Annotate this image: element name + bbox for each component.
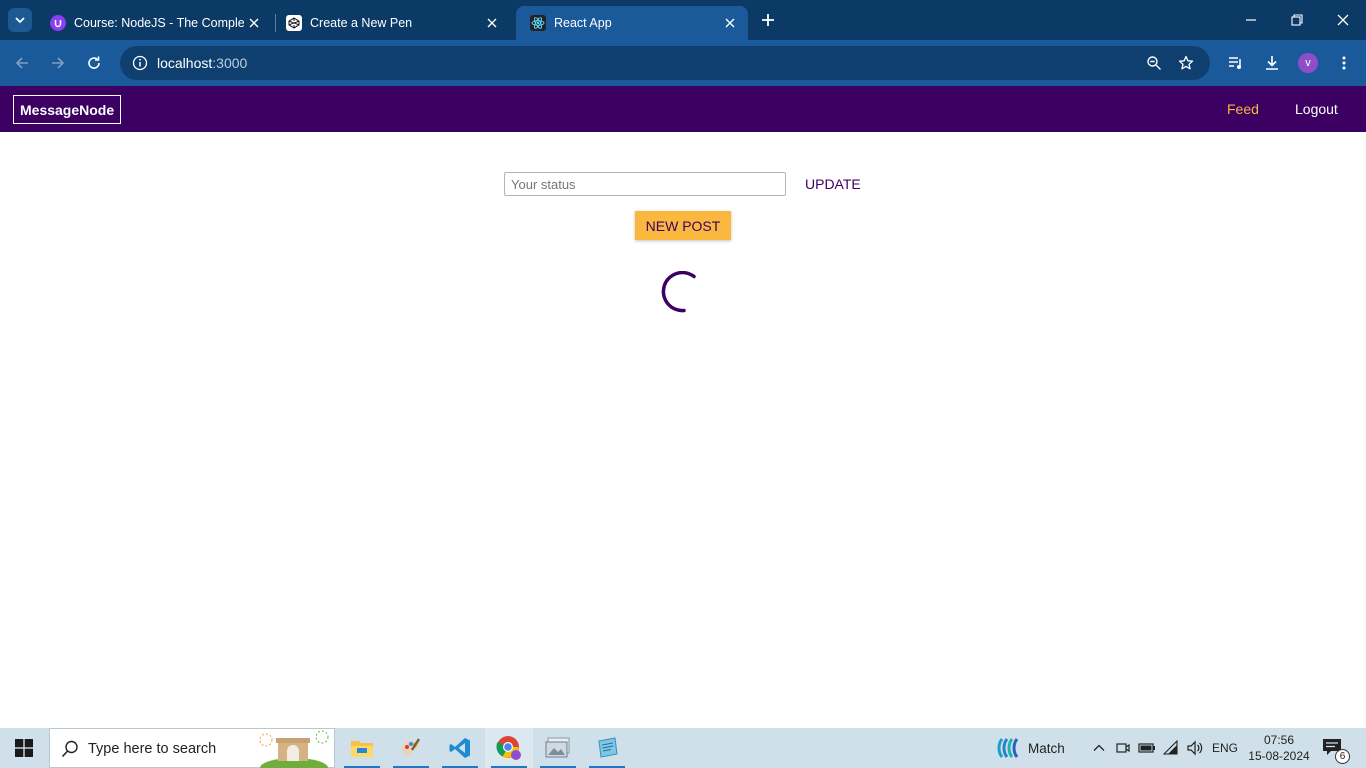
taskbar-paint[interactable] xyxy=(387,728,435,768)
chevron-down-icon xyxy=(15,17,25,24)
close-icon xyxy=(1337,14,1349,26)
file-explorer-icon xyxy=(351,741,373,757)
vscode-icon xyxy=(449,738,470,758)
app-header: MessageNode Feed Logout xyxy=(0,86,1366,132)
url-host: localhost xyxy=(157,55,213,71)
restore-icon xyxy=(1291,14,1303,26)
cricket-match-icon xyxy=(997,738,1019,758)
clock-date: 15-08-2024 xyxy=(1248,749,1310,763)
close-icon[interactable] xyxy=(720,13,740,33)
meet-now-icon[interactable] xyxy=(1114,739,1132,757)
arrow-left-icon xyxy=(15,57,28,69)
back-button[interactable] xyxy=(10,51,34,75)
wifi-icon[interactable] xyxy=(1162,739,1180,757)
taskbar-vscode[interactable] xyxy=(436,728,484,768)
notification-count: 6 xyxy=(1335,749,1350,764)
url-port: :3000 xyxy=(212,55,248,71)
react-icon xyxy=(530,15,546,31)
start-button[interactable] xyxy=(0,728,48,768)
show-hidden-icons[interactable] xyxy=(1090,739,1108,757)
taskbar-photos[interactable] xyxy=(534,728,582,768)
tab-title: Course: NodeJS - The Complete xyxy=(74,16,244,30)
clock-time: 07:56 xyxy=(1263,733,1295,747)
codepen-icon xyxy=(286,15,302,31)
plus-icon xyxy=(762,14,774,26)
app-logo[interactable]: MessageNode xyxy=(13,95,122,124)
close-icon[interactable] xyxy=(482,13,502,33)
new-tab-button[interactable] xyxy=(756,8,780,32)
taskbar-chrome[interactable] xyxy=(485,728,533,768)
weather-widget[interactable]: Match xyxy=(996,728,1065,768)
tab-codepen[interactable]: Create a New Pen xyxy=(272,6,510,40)
kebab-menu-icon xyxy=(1342,56,1346,70)
bookmark-star-icon[interactable] xyxy=(1176,53,1196,73)
playlist-icon xyxy=(1229,57,1241,69)
taskbar: Type here to search Match ENG 07:56 15-0… xyxy=(0,728,1366,768)
chrome-icon xyxy=(496,736,521,760)
download-icon xyxy=(1266,56,1278,70)
tab-react-app[interactable]: React App xyxy=(516,6,748,40)
tab-title: Create a New Pen xyxy=(310,16,413,30)
india-gate-icon xyxy=(259,730,329,768)
reload-button[interactable] xyxy=(82,51,106,75)
notifications-button[interactable]: 6 xyxy=(1322,738,1350,764)
taskbar-search[interactable]: Type here to search xyxy=(49,728,335,768)
address-bar[interactable]: localhost:3000 xyxy=(120,46,1210,80)
restore-button[interactable] xyxy=(1274,0,1320,40)
url-text: localhost:3000 xyxy=(157,55,247,71)
forward-button[interactable] xyxy=(46,51,70,75)
close-window-button[interactable] xyxy=(1320,0,1366,40)
profile-avatar[interactable]: v xyxy=(1298,53,1318,73)
battery-icon[interactable] xyxy=(1138,739,1156,757)
udemy-icon xyxy=(50,15,66,31)
paint-icon xyxy=(402,738,421,756)
close-icon[interactable] xyxy=(244,13,264,33)
browser-tab-strip: Course: NodeJS - The Complete Create a N… xyxy=(0,0,1366,40)
info-icon[interactable] xyxy=(130,53,150,73)
search-placeholder: Type here to search xyxy=(88,741,217,757)
zoom-icon[interactable] xyxy=(1144,53,1164,73)
menu-button[interactable] xyxy=(1332,51,1356,75)
search-icon xyxy=(61,740,78,758)
language-indicator[interactable]: ENG xyxy=(1212,741,1238,755)
taskbar-notepad[interactable] xyxy=(583,728,631,768)
tab-search-button[interactable] xyxy=(8,8,32,32)
downloads-button[interactable] xyxy=(1260,51,1284,75)
volume-icon[interactable] xyxy=(1186,739,1204,757)
nav-logout-link[interactable]: Logout xyxy=(1295,101,1338,117)
minimize-icon xyxy=(1246,19,1256,21)
photos-icon xyxy=(545,737,570,758)
notepad-icon xyxy=(598,737,618,758)
update-status-button[interactable]: UPDATE xyxy=(798,174,868,194)
chevron-up-icon xyxy=(1093,744,1105,751)
windows-icon xyxy=(15,739,33,757)
new-post-button[interactable]: NEW POST xyxy=(635,211,731,240)
loading-spinner xyxy=(661,271,696,313)
taskbar-file-explorer[interactable] xyxy=(338,728,386,768)
media-controls-button[interactable] xyxy=(1224,51,1248,75)
minimize-button[interactable] xyxy=(1228,0,1274,40)
status-input[interactable] xyxy=(504,172,786,196)
clock[interactable]: 07:56 15-08-2024 xyxy=(1244,732,1314,764)
tab-title: React App xyxy=(554,16,612,30)
tab-course[interactable]: Course: NodeJS - The Complete xyxy=(36,6,272,40)
reload-icon xyxy=(88,56,100,69)
browser-toolbar: localhost:3000 v xyxy=(0,40,1366,86)
nav-feed-link[interactable]: Feed xyxy=(1227,101,1259,117)
arrow-right-icon xyxy=(52,57,65,69)
weather-text: Match xyxy=(1028,740,1065,756)
